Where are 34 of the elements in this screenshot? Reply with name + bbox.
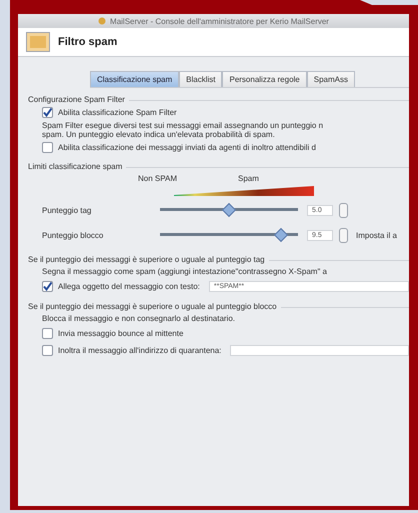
group-title: Se il punteggio dei messaggi è superiore o uguale al punteggio tag xyxy=(28,255,269,264)
stepper[interactable] xyxy=(339,202,348,218)
filter-icon xyxy=(26,32,50,52)
slider-label: Punteggio blocco xyxy=(42,230,104,240)
checkbox[interactable] xyxy=(42,344,53,356)
checkbox-label: Inoltra il messaggio all'indirizzo di quarantena: xyxy=(58,346,222,354)
app-icon xyxy=(98,17,106,25)
scale-label: Non SPAM xyxy=(138,174,178,183)
note-text: Imposta il a xyxy=(356,230,397,240)
checkbox[interactable] xyxy=(42,280,53,292)
group-title: Se il punteggio dei messaggi è superiore o uguale al punteggio blocco xyxy=(28,302,281,311)
action-text: Blocca il messaggio e non consegnarlo al destinatario. xyxy=(42,314,236,323)
checkbox-label: Allega oggetto del messaggio con testo: xyxy=(58,282,200,290)
checkbox[interactable] xyxy=(42,142,53,153)
checkbox-label: Abilita classificazione dei messaggi inviati da agenti di inoltro attendibili d xyxy=(58,143,316,152)
group-title: Limiti classificazione spam xyxy=(28,162,126,171)
checkbox-label: Abilita classificazione Spam Filter xyxy=(58,108,177,117)
action-text: Segna il messaggio come spam (aggiungi intestazione"contrassegno X-Spam" a xyxy=(42,267,328,276)
window-title: MailServer - Console dell'amministratore per Kerio MailServer xyxy=(110,16,329,26)
slider-label: Punteggio tag xyxy=(42,206,92,214)
checkbox-label: Invia messaggio bounce al mittente xyxy=(58,328,184,338)
checkbox[interactable] xyxy=(42,107,53,118)
group-title: Configurazione Spam Filter xyxy=(28,95,129,104)
scale-label: Spam xyxy=(238,174,259,183)
tab[interactable]: Blacklist xyxy=(179,71,222,87)
stepper[interactable] xyxy=(339,228,348,242)
tab[interactable]: SpamAss xyxy=(306,71,355,87)
text-field[interactable] xyxy=(230,344,409,356)
description-text: spam. Un punteggio elevato indica un'elevata probabilità di spam. xyxy=(42,130,276,139)
section-title: Filtro spam xyxy=(58,36,118,48)
tab[interactable]: Classificazione spam xyxy=(90,71,180,87)
tab[interactable]: Personalizza regole xyxy=(222,71,307,87)
description-text: Spam Filter esegue diversi test sui messaggi email assegnando un punteggio n xyxy=(42,121,324,130)
checkbox[interactable] xyxy=(42,328,53,338)
